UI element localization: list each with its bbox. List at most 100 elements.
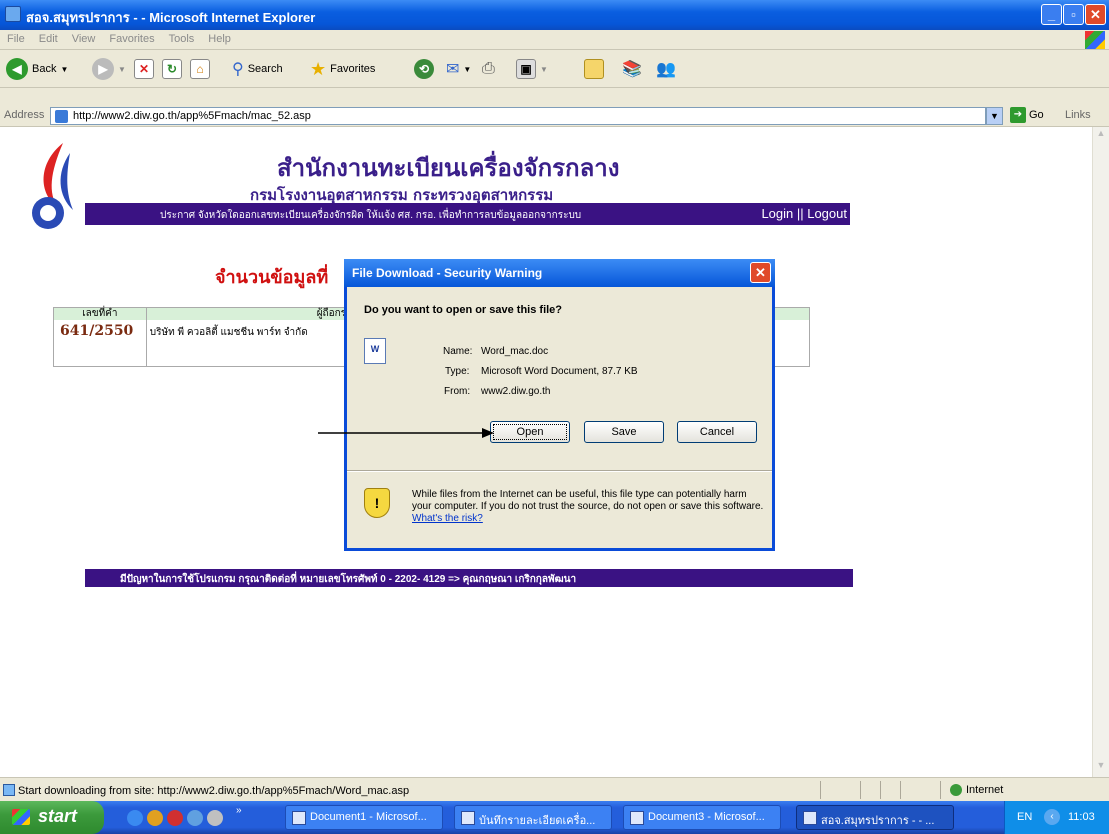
- chevron-down-icon: ▼: [463, 64, 472, 74]
- clock: 11:03: [1068, 811, 1095, 823]
- quicklaunch-icon[interactable]: [187, 810, 203, 826]
- mail-button[interactable]: ✉ ▼: [446, 58, 471, 80]
- quicklaunch-more-icon[interactable]: »: [236, 805, 242, 821]
- menu-bar: File Edit View Favorites Tools Help: [0, 30, 1109, 50]
- refresh-button[interactable]: ↻: [162, 58, 182, 80]
- login-logout-link[interactable]: Login || Logout: [761, 206, 847, 221]
- task-label: สอจ.สมุทรปราการ - - ...: [821, 815, 935, 827]
- quicklaunch-icon[interactable]: [147, 810, 163, 826]
- messenger-icon: 👥: [656, 61, 676, 78]
- quicklaunch-icon[interactable]: [167, 810, 183, 826]
- go-button[interactable]: ➔ Go: [1010, 107, 1044, 123]
- type-label: Type:: [445, 366, 470, 377]
- announcement-text: ประกาศ จังหวัดใดออกเลขทะเบียนเครื่องจักร…: [160, 210, 582, 221]
- dialog-question: Do you want to open or save this file?: [364, 304, 563, 316]
- dialog-separator: [347, 470, 772, 472]
- status-text: Start downloading from site: http://www2…: [18, 785, 410, 797]
- windows-logo-icon: [12, 809, 30, 825]
- search-button[interactable]: ⚲ Search: [232, 58, 283, 80]
- taskbar-item[interactable]: Document1 - Microsof...: [285, 805, 443, 830]
- name-label: Name:: [443, 346, 473, 357]
- edit-button[interactable]: ▣ ▼: [516, 58, 548, 80]
- window-title-bar[interactable]: สอจ.สมุทรปราการ - - Microsoft Internet E…: [0, 0, 1109, 30]
- favorites-button[interactable]: ★ Favorites: [310, 58, 375, 80]
- research-icon: 📚: [622, 61, 642, 78]
- dialog-close-button[interactable]: ✕: [750, 262, 771, 283]
- address-input[interactable]: http://www2.diw.go.th/app%5Fmach/mac_52.…: [50, 107, 986, 125]
- cancel-button[interactable]: Cancel: [677, 421, 757, 443]
- vertical-scrollbar[interactable]: ▲ ▼: [1092, 127, 1109, 777]
- start-label: start: [38, 806, 78, 826]
- star-icon: ★: [310, 58, 327, 79]
- ie-icon: [5, 6, 21, 22]
- mail-icon: ✉: [446, 61, 460, 78]
- research-button[interactable]: 📚: [622, 58, 642, 80]
- back-button[interactable]: ◀ Back ▼: [6, 58, 68, 80]
- status-divider: [900, 781, 901, 799]
- address-bar: Address http://www2.diw.go.th/app%5Fmach…: [0, 105, 1109, 127]
- scroll-up-icon[interactable]: ▲: [1093, 128, 1109, 144]
- history-button[interactable]: ⟲: [414, 58, 434, 80]
- address-dropdown-button[interactable]: ▼: [986, 107, 1003, 125]
- menu-tools[interactable]: Tools: [162, 30, 202, 48]
- scroll-down-icon[interactable]: ▼: [1093, 760, 1109, 776]
- header-number: เลขที่คำ: [54, 308, 147, 320]
- tray-expand-icon[interactable]: ‹: [1044, 809, 1060, 825]
- close-button[interactable]: ✕: [1085, 4, 1106, 25]
- stop-button[interactable]: ✕: [134, 58, 154, 80]
- dialog-title-bar[interactable]: File Download - Security Warning ✕: [344, 259, 775, 287]
- back-label: Back: [32, 63, 57, 75]
- taskbar-item-active[interactable]: สอจ.สมุทรปราการ - - ...: [796, 805, 954, 830]
- messenger-button[interactable]: 👥: [656, 58, 676, 80]
- taskbar-item[interactable]: บันทึกรายละเอียดเครื่อ...: [454, 805, 612, 830]
- links-button[interactable]: Links: [1065, 109, 1091, 121]
- word-icon: [630, 811, 644, 825]
- status-bar: Start downloading from site: http://www2…: [0, 777, 1109, 801]
- maximize-button[interactable]: ▫: [1063, 4, 1084, 25]
- from-label: From:: [444, 386, 471, 397]
- whats-the-risk-link[interactable]: What's the risk?: [412, 513, 483, 524]
- quicklaunch-icon[interactable]: [207, 810, 223, 826]
- menu-edit[interactable]: Edit: [32, 30, 65, 48]
- language-indicator[interactable]: EN: [1017, 811, 1032, 823]
- edit-icon: ▣: [516, 59, 536, 79]
- open-button[interactable]: Open: [490, 421, 570, 443]
- windows-logo-icon: [1085, 31, 1105, 49]
- status-divider: [820, 781, 821, 799]
- warning-message: While files from the Internet can be use…: [412, 489, 764, 512]
- refresh-icon: ↻: [162, 59, 182, 79]
- minimize-button[interactable]: _: [1041, 4, 1062, 25]
- footer-text: มีปัญหาในการใช้โปรแกรม กรุณาติดต่อที่ หม…: [120, 574, 577, 585]
- menu-favorites[interactable]: Favorites: [102, 30, 161, 48]
- task-label: บันทึกรายละเอียดเครื่อ...: [479, 815, 596, 827]
- stop-icon: ✕: [134, 59, 154, 79]
- ie-quicklaunch-icon[interactable]: [127, 810, 143, 826]
- word-icon: [292, 811, 306, 825]
- save-button[interactable]: Save: [584, 421, 664, 443]
- chevron-down-icon: ▼: [60, 64, 69, 74]
- menu-file[interactable]: File: [0, 30, 32, 48]
- address-label: Address: [4, 109, 45, 121]
- word-document-icon: W: [364, 338, 386, 364]
- start-button[interactable]: start: [0, 801, 104, 834]
- file-type: Microsoft Word Document, 87.7 KB: [481, 366, 638, 377]
- menu-help[interactable]: Help: [201, 30, 238, 48]
- go-label: Go: [1029, 109, 1044, 121]
- cell-number[interactable]: 641/2550: [54, 320, 147, 366]
- taskbar: start » Document1 - Microsof... บันทึกรา…: [0, 801, 1109, 834]
- discuss-button[interactable]: [584, 58, 604, 80]
- window-title: สอจ.สมุทรปราการ - - Microsoft Internet E…: [26, 10, 316, 25]
- internet-globe-icon: [950, 784, 962, 796]
- history-icon: ⟲: [414, 59, 434, 79]
- page-icon: [55, 110, 68, 123]
- forward-button[interactable]: ▶ ▼: [92, 58, 126, 80]
- menu-view[interactable]: View: [65, 30, 103, 48]
- home-button[interactable]: ⌂: [190, 58, 210, 80]
- toolbar: ◀ Back ▼ ▶ ▼ ✕ ↻ ⌂ ⚲ Search ★ Favorites …: [0, 50, 1109, 88]
- favorites-label: Favorites: [330, 63, 376, 75]
- print-button[interactable]: ⎙: [482, 58, 495, 80]
- forward-arrow-icon: ▶: [92, 58, 114, 80]
- search-label: Search: [247, 63, 283, 75]
- taskbar-item[interactable]: Document3 - Microsof...: [623, 805, 781, 830]
- ie-icon: [803, 811, 817, 825]
